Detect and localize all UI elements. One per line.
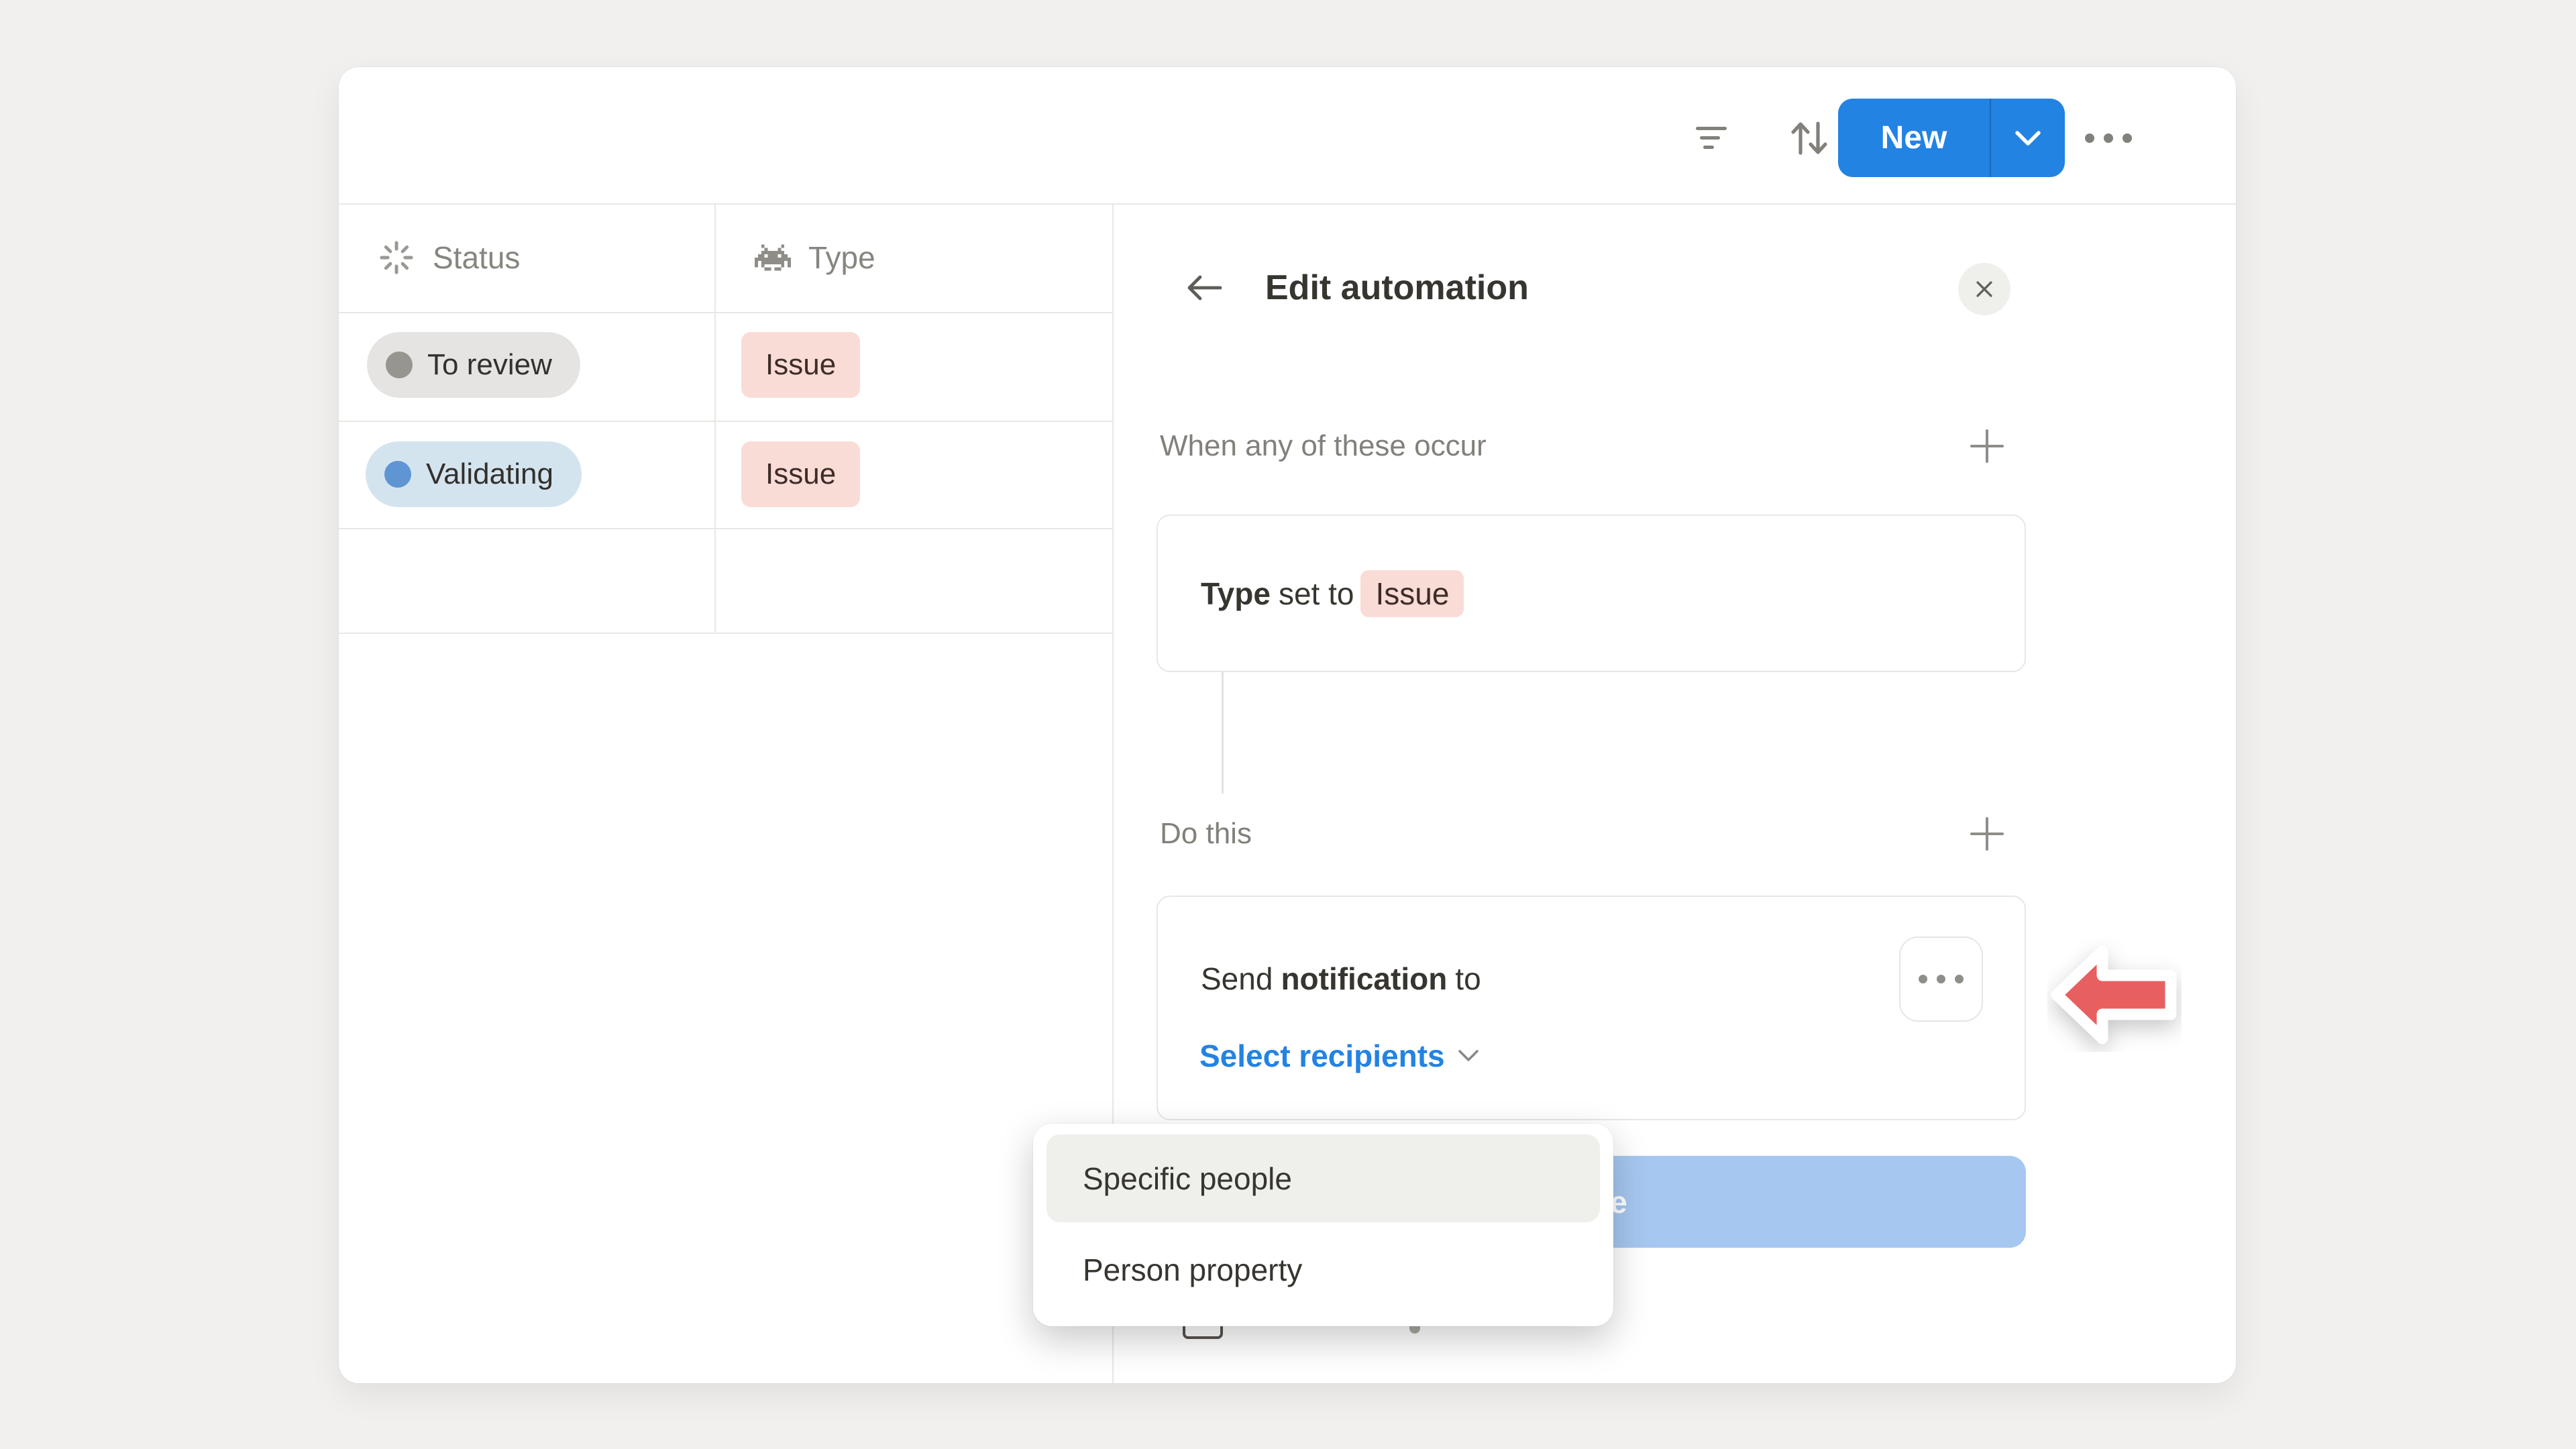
column-header-label: Status: [433, 239, 520, 276]
action-more-button[interactable]: [1899, 936, 1983, 1022]
trigger-section-label: When any of these occur: [1160, 429, 1487, 463]
panel-title: Edit automation: [1265, 268, 1529, 308]
status-cell[interactable]: Validating: [366, 441, 582, 507]
column-header-status[interactable]: Status: [378, 203, 520, 312]
action-description: Send notification to: [1201, 961, 1481, 997]
trigger-property: Type: [1201, 576, 1271, 612]
row-divider: [339, 421, 1112, 422]
status-cell[interactable]: To review: [367, 332, 580, 398]
trigger-card[interactable]: Type set to Issue: [1157, 515, 2026, 672]
action-bold: notification: [1281, 961, 1447, 997]
more-dot: [1955, 975, 1964, 983]
chevron-down-icon: [1457, 1049, 1480, 1063]
row-divider: [339, 528, 1112, 529]
action-suffix: to: [1455, 961, 1481, 997]
action-section-label: Do this: [1160, 817, 1252, 851]
toolbar-divider: [339, 203, 2236, 205]
more-icon: [2081, 131, 2136, 145]
new-button[interactable]: New: [1838, 99, 1990, 177]
status-dot: [386, 352, 413, 378]
status-dot: [384, 461, 411, 488]
trigger-verb: set to: [1279, 576, 1354, 612]
add-trigger-button[interactable]: [1970, 429, 2004, 463]
trigger-value-tag: Issue: [1360, 570, 1464, 617]
more-button[interactable]: [2076, 123, 2141, 153]
menu-item-person-property[interactable]: Person property: [1046, 1226, 1600, 1313]
new-split-button: New: [1838, 99, 2065, 177]
menu-item-label: Specific people: [1083, 1161, 1292, 1197]
new-dropdown-button[interactable]: [1991, 99, 2065, 177]
row-divider: [339, 633, 1112, 634]
add-action-button[interactable]: [1970, 817, 2004, 851]
status-pill-label: Validating: [426, 458, 553, 491]
type-tag-label: Issue: [765, 348, 836, 382]
back-arrow-icon: [1185, 272, 1223, 304]
row-divider: [339, 312, 1112, 313]
close-button[interactable]: [1958, 263, 2010, 315]
column-header-label: Type: [808, 239, 875, 276]
left-arrow-icon: [2047, 938, 2182, 1052]
column-divider: [714, 203, 716, 633]
new-button-label: New: [1881, 119, 1947, 156]
column-header-type[interactable]: Type: [755, 203, 875, 312]
status-pill-label: To review: [427, 348, 552, 382]
back-button[interactable]: [1183, 269, 1226, 307]
menu-item-label: Person property: [1083, 1252, 1302, 1288]
sort-button[interactable]: [1782, 115, 1836, 161]
flow-connector-line: [1222, 672, 1224, 794]
type-tag-label: Issue: [765, 458, 836, 491]
action-card[interactable]: Send notification to: [1157, 896, 2026, 1120]
select-recipients-dropdown[interactable]: Select recipients: [1199, 1038, 1480, 1074]
menu-item-specific-people[interactable]: Specific people: [1046, 1134, 1600, 1222]
close-icon: [1973, 278, 1996, 301]
status-spinner-icon: [378, 239, 415, 276]
type-cell[interactable]: Issue: [741, 332, 860, 398]
filter-button[interactable]: [1687, 119, 1735, 157]
trigger-description: Type set to Issue: [1201, 570, 1464, 617]
bug-icon: [755, 243, 791, 272]
chevron-down-icon: [2013, 129, 2043, 147]
annotation-arrow: [2047, 938, 2182, 1052]
recipients-menu: Specific people Person property: [1033, 1124, 1613, 1326]
more-dot: [1937, 975, 1945, 983]
select-recipients-label: Select recipients: [1199, 1038, 1445, 1074]
notion-app: New: [0, 0, 2576, 1449]
filter-icon: [1694, 124, 1729, 152]
type-cell[interactable]: Issue: [741, 441, 860, 507]
action-prefix: Send: [1201, 961, 1273, 997]
sort-icon: [1787, 118, 1831, 158]
more-dot: [1919, 975, 1927, 983]
database-card: New: [339, 67, 2236, 1383]
